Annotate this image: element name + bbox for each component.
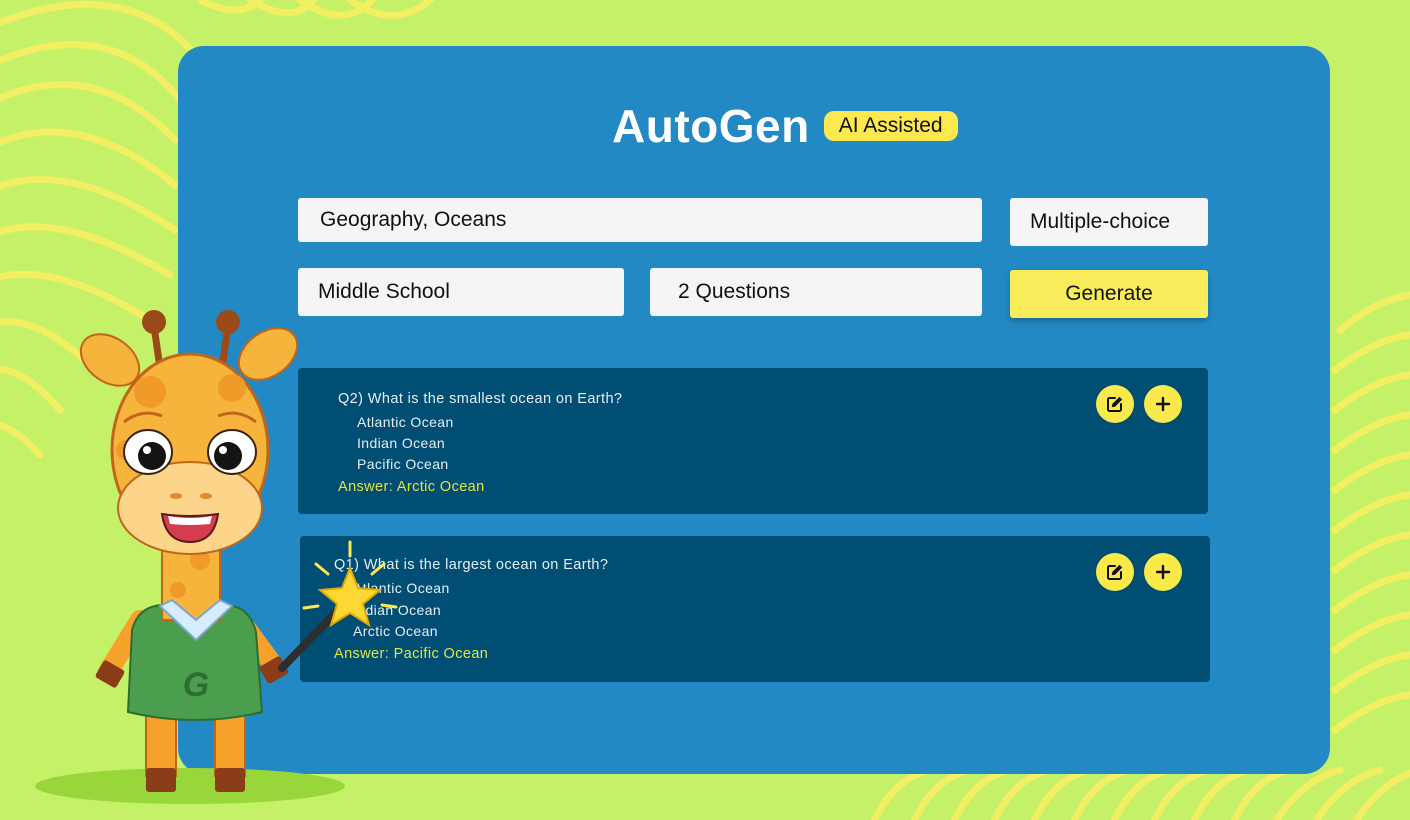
generate-button[interactable]: Generate xyxy=(1010,270,1208,318)
option: Atlantic Ocean xyxy=(357,414,454,430)
app-title: AutoGen xyxy=(612,100,810,152)
question-card: Q2) What is the smallest ocean on Earth?… xyxy=(298,368,1208,514)
question-type-value: Multiple-choice xyxy=(1030,210,1171,233)
level-value: Middle School xyxy=(318,280,450,303)
add-button[interactable] xyxy=(1144,385,1182,423)
question-text: Q2) What is the smallest ocean on Earth? xyxy=(338,391,623,407)
question-count-value: 2 Questions xyxy=(678,280,791,303)
plus-icon xyxy=(1155,564,1171,580)
edit-button[interactable] xyxy=(1096,385,1134,423)
answer-text: Answer: Arctic Ocean xyxy=(338,479,485,495)
option: Arctic Ocean xyxy=(353,623,438,639)
question-count-input[interactable]: 2 Questions xyxy=(650,268,982,316)
question-card: Q1) What is the largest ocean on Earth? … xyxy=(300,536,1210,682)
ai-assisted-badge: AI Assisted xyxy=(823,111,958,141)
option: Indian Ocean xyxy=(353,602,442,618)
option: Pacific Ocean xyxy=(357,456,449,472)
question-type-select[interactable]: Multiple-choice xyxy=(1010,198,1208,246)
answer-text: Answer: Pacific Ocean xyxy=(334,646,489,662)
add-button[interactable] xyxy=(1144,553,1182,591)
option: Atlantic Ocean xyxy=(353,580,450,596)
edit-icon xyxy=(1107,564,1123,580)
generate-button-label: Generate xyxy=(1065,282,1153,305)
edit-button[interactable] xyxy=(1096,553,1134,591)
edit-icon xyxy=(1107,396,1123,412)
topic-input-value: Geography, Oceans xyxy=(320,208,507,231)
option: Indian Ocean xyxy=(357,435,446,451)
level-select[interactable]: Middle School xyxy=(298,268,624,316)
plus-icon xyxy=(1155,396,1171,412)
question-text: Q1) What is the largest ocean on Earth? xyxy=(334,557,609,573)
topic-input[interactable]: Geography, Oceans xyxy=(298,198,982,242)
header: AutoGen AI Assisted xyxy=(612,98,958,154)
